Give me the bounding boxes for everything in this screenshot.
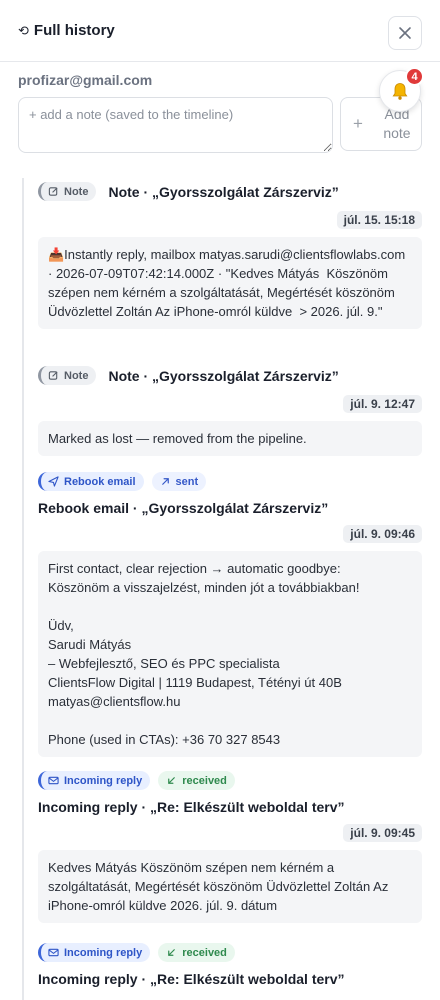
tag-label: Note [64,369,89,382]
entry-body: First contact, clear rejection → automat… [38,551,422,757]
status-badge: received [158,943,235,962]
entry-body: 📥Instantly reply, mailbox matyas.sarudi@… [38,237,422,329]
tag-label: Rebook email [64,475,136,488]
arrow-down-left-icon [168,949,176,956]
tag-label: Incoming reply [64,946,143,959]
arrow-down-left-icon [168,777,176,784]
notification-count-badge: 4 [405,67,424,86]
close-button[interactable] [388,16,422,50]
panel-title: Full history [33,22,115,39]
rebook-type-tag: Rebook email [38,472,144,491]
notifications-button[interactable]: 4 [379,67,424,112]
note-type-tag: Note [38,182,97,201]
entry-timestamp: júl. 9. 09:45 [343,824,422,842]
entry-timestamp: júl. 9. 12:47 [343,395,422,413]
close-icon [399,27,411,39]
note-input[interactable] [18,97,333,153]
status-label: received [182,774,227,787]
timeline-entry: Incoming reply received Incoming reply ·… [38,771,422,923]
timeline-entry: Note Note · „Gyorsszolgálat Zárszerviz” … [38,366,422,456]
timeline-entry: Incoming reply received Incoming reply ·… [38,943,422,987]
mail-icon [48,948,59,957]
entry-title: Rebook email · „Gyorsszolgálat Zárszervi… [38,500,329,516]
history-icon: ⟲ [18,22,29,38]
arrow-up-right-icon [161,478,169,485]
entry-body: Marked as lost — removed from the pipeli… [38,421,422,456]
edit-icon [48,187,58,196]
status-badge: sent [151,472,207,491]
status-badge: received [158,771,235,790]
timeline-line [22,178,24,1000]
timeline-entry: Rebook email sent Rebook email · „Gyorss… [38,472,422,757]
bell-icon [392,83,408,100]
entry-timestamp: júl. 9. 09:46 [343,525,422,543]
send-icon [48,476,59,487]
history-header: ⟲ Full history [0,0,440,62]
entry-title: Note · „Gyorsszolgálat Zárszerviz” [108,367,339,384]
tag-label: Note [64,185,89,198]
entry-title: Note · „Gyorsszolgálat Zárszerviz” [108,183,339,200]
account-email: profizar@gmail.com [18,72,153,88]
entry-title: Incoming reply · „Re: Elkészült weboldal… [38,799,345,815]
entry-title: Incoming reply · „Re: Elkészült weboldal… [38,971,345,987]
status-label: sent [175,475,199,488]
edit-icon [48,371,58,380]
entry-body: Kedves Mátyás Köszönöm szépen nem kérném… [38,850,422,923]
timeline-entry: Note Note · „Gyorsszolgálat Zárszerviz” … [38,182,422,329]
incoming-reply-type-tag: Incoming reply [38,771,151,790]
plus-icon: + [353,114,363,133]
entry-timestamp: júl. 15. 15:18 [336,211,422,229]
note-type-tag: Note [38,366,97,385]
mail-icon [48,776,59,785]
status-label: received [182,946,227,959]
tag-label: Incoming reply [64,774,143,787]
incoming-reply-type-tag: Incoming reply [38,943,151,962]
